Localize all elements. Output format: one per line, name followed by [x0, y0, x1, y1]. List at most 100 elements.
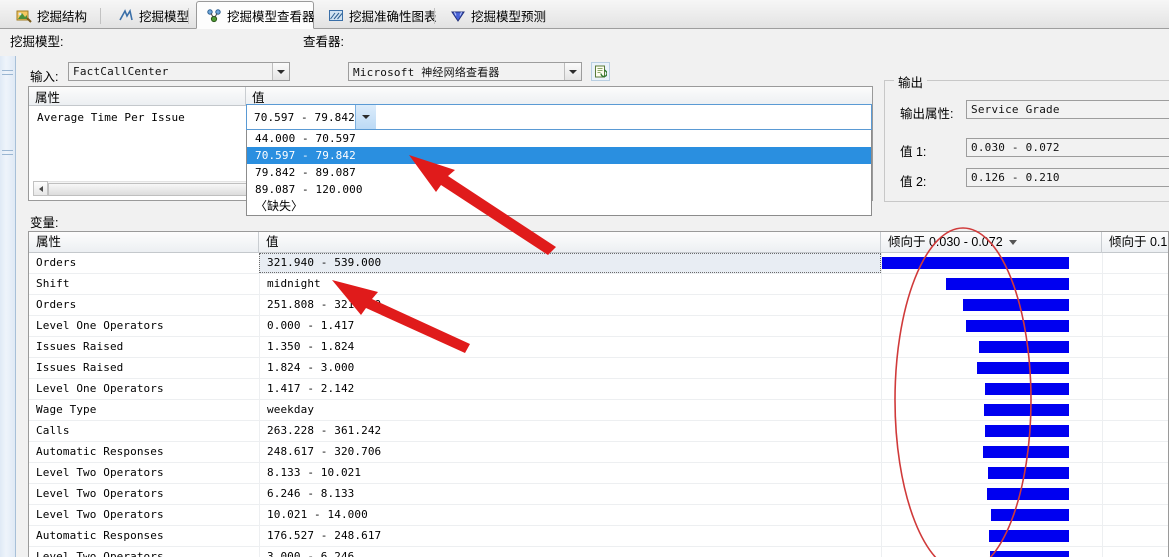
table-row[interactable]: Shift midnight	[29, 274, 1168, 295]
favors-bar	[990, 551, 1069, 557]
output-value2: 0.126 - 0.210	[971, 171, 1060, 184]
favors-bar	[966, 320, 1069, 332]
row-favors-1-cell	[881, 547, 1101, 557]
row-favors-1-cell	[881, 505, 1101, 525]
tab-label: 挖掘模型查看器	[227, 9, 315, 24]
dropdown-option[interactable]: 89.087 - 120.000	[247, 181, 871, 198]
output-value2-combobox[interactable]: 0.126 - 0.210	[966, 168, 1169, 187]
variables-grid: 属性 值 倾向于 0.030 - 0.072 倾向于 0.126 - Order…	[28, 231, 1169, 557]
row-favors-2-cell	[1102, 547, 1168, 557]
row-favors-2-cell	[1102, 484, 1168, 504]
output-attribute-value: Service Grade	[971, 103, 1060, 116]
viewer-label: 查看器:	[303, 35, 344, 49]
favors-bar	[983, 446, 1069, 458]
row-favors-1-cell	[881, 295, 1101, 315]
table-row[interactable]: Orders 251.808 - 321.940	[29, 295, 1168, 316]
row-favors-1-cell	[881, 358, 1101, 378]
row-attribute: Issues Raised	[36, 361, 124, 374]
row-value: 1.824 - 3.000	[259, 358, 881, 378]
table-row[interactable]: Automatic Responses 248.617 - 320.706	[29, 442, 1168, 463]
tab-model-prediction[interactable]: 挖掘模型预测	[440, 2, 550, 28]
variables-col-attribute[interactable]: 属性	[29, 232, 259, 253]
table-row[interactable]: Level Two Operators 10.021 - 14.000	[29, 505, 1168, 526]
viewer-combobox[interactable]: Microsoft 神经网络查看器	[348, 62, 582, 81]
row-favors-1-cell	[881, 379, 1101, 399]
table-row[interactable]: Level Two Operators 6.246 - 8.133	[29, 484, 1168, 505]
dropdown-option[interactable]: 44.000 - 70.597	[247, 130, 871, 147]
tab-mining-model-viewer[interactable]: 挖掘模型查看器	[196, 1, 315, 29]
row-value: 3.000 - 6.246	[259, 547, 881, 557]
row-attribute: Calls	[36, 424, 70, 437]
favors-bar	[989, 530, 1069, 542]
document-refresh-icon[interactable]	[591, 62, 610, 81]
dropdown-option-selected[interactable]: 70.597 - 79.842	[247, 147, 871, 164]
chevron-down-icon[interactable]	[272, 63, 289, 80]
row-favors-2-cell	[1102, 316, 1168, 336]
row-favors-1-cell	[881, 337, 1101, 357]
table-row[interactable]: Wage Type weekday	[29, 400, 1168, 421]
table-row[interactable]: Issues Raised 1.350 - 1.824	[29, 337, 1168, 358]
tab-mining-model[interactable]: 挖掘模型	[108, 2, 190, 28]
table-row[interactable]: Issues Raised 1.824 - 3.000	[29, 358, 1168, 379]
row-value: 248.617 - 320.706	[259, 442, 881, 462]
dropdown-option[interactable]: 79.842 - 89.087	[247, 164, 871, 181]
scroll-left-arrow-icon[interactable]	[33, 181, 48, 196]
input-value-combobox[interactable]: 70.597 - 79.842	[246, 104, 872, 130]
tab-strip: 挖掘结构 挖掘模型 挖掘模型查看器 挖掘准确性图表 挖掘模型预测	[0, 0, 1169, 29]
table-row[interactable]: Orders 321.940 - 539.000	[29, 253, 1168, 274]
accuracy-chart-icon	[328, 8, 344, 23]
mining-model-viewer-window: 挖掘结构 挖掘模型 挖掘模型查看器 挖掘准确性图表 挖掘模型预测 挖掘模型: F…	[0, 0, 1169, 557]
favors-bar	[979, 341, 1069, 353]
favors-bar	[946, 278, 1069, 290]
row-attribute: Issues Raised	[36, 340, 124, 353]
table-row[interactable]: Calls 263.228 - 361.242	[29, 421, 1168, 442]
dropdown-option-missing[interactable]: 〈缺失〉	[247, 198, 871, 215]
row-attribute: Level Two Operators	[36, 550, 164, 557]
row-favors-2-cell	[1102, 274, 1168, 294]
mining-model-icon	[118, 8, 134, 23]
sort-descending-icon[interactable]	[1008, 240, 1017, 245]
table-row[interactable]: Level Two Operators 3.000 - 6.246	[29, 547, 1168, 557]
row-value: 1.417 - 2.142	[259, 379, 881, 399]
variables-col-value[interactable]: 值	[259, 232, 881, 253]
input-value-dropdown-list[interactable]: 44.000 - 70.597 70.597 - 79.842 79.842 -…	[246, 130, 872, 216]
row-attribute: Wage Type	[36, 403, 97, 416]
table-row[interactable]: Level One Operators 0.000 - 1.417	[29, 316, 1168, 337]
chevron-down-icon[interactable]	[564, 63, 581, 80]
row-favors-1-cell	[881, 253, 1101, 273]
row-favors-1-cell	[881, 274, 1101, 294]
row-favors-2-cell	[1102, 253, 1168, 273]
row-value: 263.228 - 361.242	[259, 421, 881, 441]
row-value: 8.133 - 10.021	[259, 463, 881, 483]
favors-bar	[991, 509, 1069, 521]
output-value1-label: 值 1:	[900, 145, 927, 159]
table-row[interactable]: Automatic Responses 176.527 - 248.617	[29, 526, 1168, 547]
table-row[interactable]: Level Two Operators 8.133 - 10.021	[29, 463, 1168, 484]
mining-model-combobox[interactable]: FactCallCenter	[68, 62, 290, 81]
input-col-attribute[interactable]: 属性	[29, 87, 246, 106]
tab-accuracy-chart[interactable]: 挖掘准确性图表	[318, 2, 437, 28]
row-favors-2-cell	[1102, 400, 1168, 420]
variables-col-favors-1[interactable]: 倾向于 0.030 - 0.072	[881, 232, 1102, 253]
row-attribute: Level Two Operators	[36, 466, 164, 479]
table-row[interactable]: Level One Operators 1.417 - 2.142	[29, 379, 1168, 400]
row-favors-2-cell	[1102, 379, 1168, 399]
row-favors-1-cell	[881, 463, 1101, 483]
favors-bar	[987, 488, 1069, 500]
output-attribute-combobox[interactable]: Service Grade	[966, 100, 1169, 119]
tab-label: 挖掘准确性图表	[349, 9, 437, 24]
favors-bar	[984, 404, 1069, 416]
variables-col-favors-2[interactable]: 倾向于 0.126 -	[1102, 232, 1168, 253]
row-value: 321.940 - 539.000	[259, 253, 881, 273]
favors-bar	[985, 425, 1069, 437]
row-attribute: Orders	[36, 256, 77, 269]
tab-mining-structure[interactable]: 挖掘结构	[6, 2, 102, 28]
favors-bar	[882, 257, 1069, 269]
favors-bar	[985, 383, 1069, 395]
mining-structure-icon	[16, 8, 32, 23]
chevron-down-icon[interactable]	[354, 105, 376, 129]
left-splitter-rail[interactable]	[0, 30, 16, 557]
output-value1-combobox[interactable]: 0.030 - 0.072	[966, 138, 1169, 157]
row-attribute: Level Two Operators	[36, 508, 164, 521]
row-attribute: Orders	[36, 298, 77, 311]
